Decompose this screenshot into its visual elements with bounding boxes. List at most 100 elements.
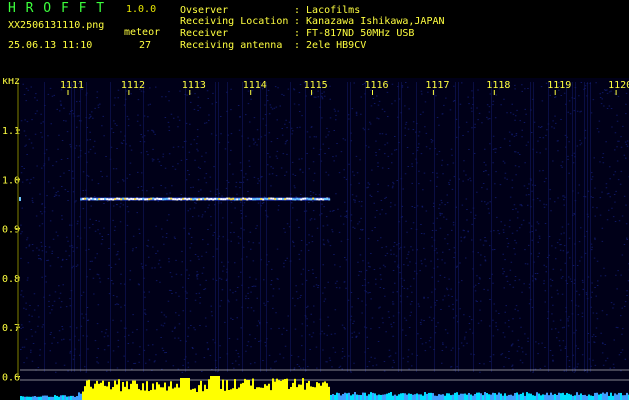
hist-bar	[506, 395, 508, 400]
noise-stripe	[548, 82, 549, 372]
echo-segment	[298, 198, 301, 201]
hist-bar	[158, 384, 160, 400]
hist-bar	[486, 393, 488, 400]
hist-bar	[530, 393, 532, 400]
echo-segment	[202, 197, 205, 200]
hist-bar	[466, 394, 468, 400]
hist-bar	[270, 390, 272, 400]
hist-bar	[162, 387, 164, 400]
echo-segment	[132, 198, 135, 201]
noise-stripe	[566, 82, 567, 372]
hist-bar	[404, 393, 406, 400]
hist-bar	[574, 395, 576, 400]
hist-bar	[392, 395, 394, 400]
hist-bar	[462, 393, 464, 400]
hist-bar	[120, 391, 122, 400]
hist-bar	[380, 394, 382, 400]
hist-bar	[176, 383, 178, 400]
hist-bar	[602, 392, 604, 400]
hist-bar	[348, 392, 350, 400]
echo-segment	[302, 197, 305, 200]
echo-segment	[88, 198, 91, 201]
hist-bar	[166, 390, 168, 400]
hist-bar	[110, 389, 112, 400]
hist-bar	[92, 388, 94, 400]
hist-bar	[132, 380, 134, 400]
hist-bar	[312, 386, 314, 400]
echo-segment	[86, 197, 89, 200]
hist-bar	[358, 394, 360, 400]
echo-segment	[282, 198, 285, 201]
hist-bar	[376, 395, 378, 400]
hist-bar	[256, 387, 258, 400]
hist-bar	[554, 393, 556, 400]
plot-background	[20, 78, 629, 400]
echo-segment	[162, 198, 165, 201]
echo-segment	[128, 198, 131, 201]
echo-segment	[90, 197, 93, 200]
hist-bar	[294, 378, 296, 400]
hist-bar	[368, 394, 370, 400]
hist-bar	[428, 392, 430, 400]
hist-bar	[64, 395, 66, 400]
x-tick-label: 1114	[243, 80, 267, 91]
echo-segment	[254, 198, 257, 201]
hist-bar	[320, 385, 322, 400]
hist-bar	[304, 389, 306, 400]
x-tick-label: 1115	[304, 80, 328, 91]
hist-bar	[388, 392, 390, 400]
hist-bar	[434, 395, 436, 400]
hist-bar	[136, 383, 138, 400]
hist-bar	[308, 380, 310, 400]
noise-stripe	[458, 82, 459, 372]
hist-bar	[182, 378, 184, 400]
echo-segment	[214, 197, 217, 200]
hist-bar	[72, 395, 74, 400]
hist-bar	[202, 391, 204, 400]
echo-segment	[220, 198, 223, 201]
echo-segment	[188, 197, 191, 200]
hist-bar	[416, 393, 418, 400]
hist-bar	[616, 394, 618, 400]
hist-bar	[360, 395, 362, 400]
echo-segment	[250, 197, 253, 200]
echo-segment	[204, 198, 207, 201]
noise-stripe	[260, 82, 261, 372]
echo-segment	[328, 198, 331, 201]
hist-bar	[426, 393, 428, 400]
echo-segment	[262, 198, 265, 201]
hist-bar	[104, 385, 106, 400]
hist-bar	[116, 384, 118, 400]
hist-bar	[402, 393, 404, 400]
hist-bar	[454, 392, 456, 400]
hist-bar	[40, 396, 42, 400]
hist-bar	[356, 394, 358, 400]
echo-segment	[80, 198, 83, 201]
hist-bar	[196, 391, 198, 400]
hist-bar	[534, 395, 536, 400]
echo-segment	[102, 198, 105, 201]
hist-bar	[42, 395, 44, 400]
y-tick-label: 0.7	[2, 323, 20, 334]
hist-bar	[564, 394, 566, 400]
hist-bar	[626, 392, 628, 400]
echo-segment	[264, 197, 267, 200]
hist-bar	[546, 392, 548, 400]
echo-segment	[274, 198, 277, 201]
hist-bar	[156, 382, 158, 400]
hist-bar	[272, 378, 274, 400]
noise-stripe	[587, 82, 588, 372]
hist-bar	[230, 389, 232, 400]
hist-bar	[610, 392, 612, 400]
y-axis: 1.1 1.0 0.9 0.8 0.7 0.6	[2, 82, 20, 384]
hist-bar	[544, 394, 546, 400]
echo-segment	[210, 197, 213, 200]
echo-segment	[284, 198, 287, 201]
y-tick-label: 0.8	[2, 274, 20, 285]
hist-bar	[60, 395, 62, 400]
hist-bar	[550, 392, 552, 400]
hist-bar	[370, 392, 372, 400]
echo-segment	[84, 197, 87, 200]
echo-segment	[316, 198, 319, 201]
noise-stripe	[227, 82, 228, 372]
